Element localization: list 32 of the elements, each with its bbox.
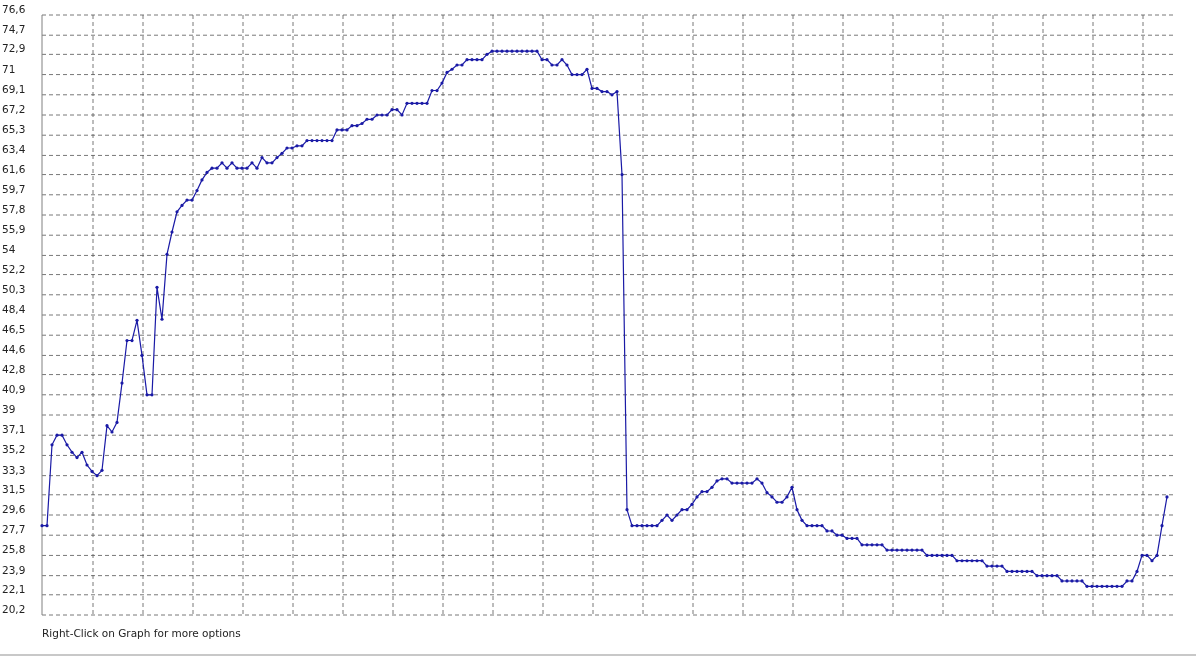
y-tick-label: 74,7: [2, 23, 26, 36]
graph-hint: Right-Click on Graph for more options: [42, 627, 241, 639]
y-tick-label: 20,2: [2, 603, 26, 615]
y-tick-label: 23,9: [2, 563, 26, 576]
y-tick-label: 65,3: [2, 123, 26, 136]
y-tick-label: 57,8: [2, 203, 26, 215]
y-tick-label: 48,4: [2, 303, 26, 315]
y-tick-label: 61,6: [2, 162, 26, 175]
y-tick-label: 69,1: [2, 82, 26, 95]
y-tick-label: 37,1: [2, 423, 26, 436]
y-tick-label: 76,6: [2, 3, 26, 15]
y-tick-label: 71: [2, 62, 16, 75]
y-tick-label: 39: [2, 403, 16, 415]
y-tick-label: 31,5: [2, 482, 26, 495]
y-tick-label: 67,2: [2, 103, 26, 115]
y-tick-label: 52,2: [2, 262, 26, 275]
y-tick-label: 50,3: [2, 282, 26, 295]
y-tick-label: 63,4: [2, 143, 26, 156]
y-tick-label: 54: [2, 243, 16, 256]
y-tick-label: 44,6: [2, 343, 26, 356]
y-tick-label: 35,2: [2, 443, 26, 456]
y-tick-label: 29,6: [2, 503, 26, 515]
y-tick-label: 72,9: [2, 42, 26, 55]
y-tick-label: 40,9: [2, 382, 26, 395]
y-tick-label: 59,7: [2, 182, 26, 195]
y-tick-label: 33,3: [2, 463, 26, 476]
y-tick-label: 22,1: [2, 582, 26, 595]
y-tick-label: 46,5: [2, 323, 26, 336]
y-tick-label: 27,7: [2, 523, 26, 536]
y-tick-label: 55,9: [2, 223, 26, 236]
y-tick-label: 42,8: [2, 362, 26, 375]
y-tick-label: 25,8: [2, 543, 26, 556]
